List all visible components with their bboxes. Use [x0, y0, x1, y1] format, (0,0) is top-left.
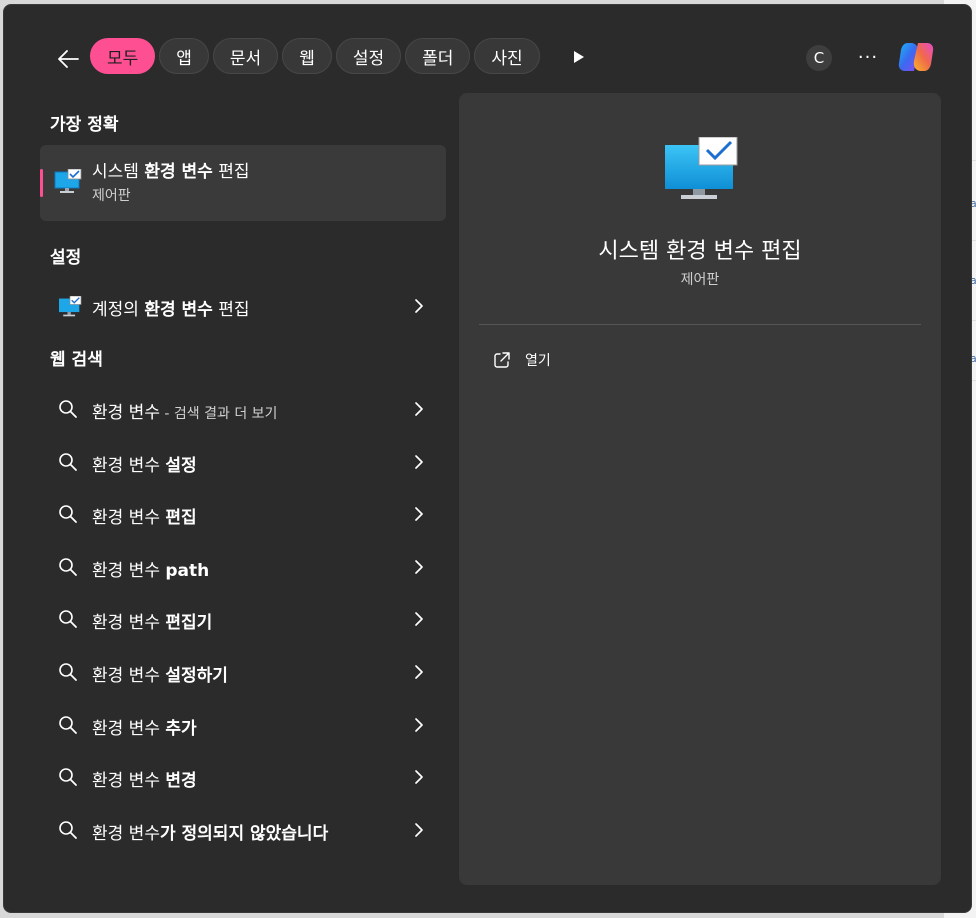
chevron-right-icon[interactable]: [412, 454, 426, 470]
result-label: 환경 변수 변경: [92, 766, 197, 791]
chevron-right-icon[interactable]: [412, 401, 426, 417]
text-segment: 시스템: [92, 162, 145, 182]
chevron-right-icon[interactable]: [412, 298, 426, 314]
highlighted-text: 환경 변수: [144, 300, 213, 320]
settings-result-item[interactable]: 계정의 환경 변수 편집: [40, 282, 446, 330]
preview-subtitle: 제어판: [680, 272, 720, 288]
web-search-item[interactable]: 환경 변수가 정의되지 않았습니다: [40, 806, 446, 854]
preview-title: 시스템 환경 변수 편집: [598, 239, 802, 264]
highlighted-text: 설정: [165, 455, 197, 476]
text-segment: 환경 변수: [92, 613, 166, 634]
account-avatar[interactable]: C: [806, 45, 832, 71]
play-right-icon: [574, 51, 584, 63]
search-icon: [58, 399, 78, 419]
best-match-item[interactable]: 시스템 환경 변수 편집 제어판: [40, 145, 446, 221]
open-action-label: 열기: [525, 353, 551, 369]
search-icon: [58, 609, 78, 629]
search-icon: [58, 504, 78, 524]
highlighted-text: 가 정의되지 않았습니다: [159, 823, 329, 844]
web-search-item[interactable]: 환경 변수 설정: [40, 438, 446, 486]
web-search-item[interactable]: 환경 변수 path: [40, 543, 446, 591]
web-search-item[interactable]: 환경 변수 변경: [40, 753, 446, 801]
result-suffix: - 검색 결과 더 보기: [159, 406, 278, 422]
text-segment: 환경 변수: [92, 823, 160, 844]
result-label: 환경 변수 추가: [92, 714, 197, 739]
filter-tab-2[interactable]: 문서: [212, 38, 279, 74]
best-match-title: 시스템 환경 변수 편집: [92, 157, 250, 182]
chevron-right-icon[interactable]: [412, 559, 426, 575]
copilot-button[interactable]: [896, 37, 936, 77]
search-icon: [58, 767, 78, 787]
highlighted-text: path: [165, 560, 210, 581]
web-search-item[interactable]: 환경 변수 - 검색 결과 더 보기: [40, 385, 446, 433]
search-icon: [58, 715, 78, 735]
web-search-item[interactable]: 환경 변수 편집: [40, 490, 446, 538]
result-label: 환경 변수 설정: [92, 451, 197, 476]
arrow-left-icon: [58, 50, 79, 68]
result-label: 환경 변수가 정의되지 않았습니다: [92, 819, 328, 844]
section-web-search: 웹 검색: [50, 350, 103, 370]
filter-tabs: 모두 앱 문서 웹 설정 폴더 사진: [90, 38, 540, 76]
text-segment: 환경 변수: [92, 666, 166, 686]
text-segment: 편집: [212, 162, 250, 182]
text-segment: 편집: [212, 300, 250, 320]
text-segment: 환경 변수: [92, 560, 166, 581]
filter-tab-4[interactable]: 설정: [335, 38, 402, 74]
section-best-match: 가장 정확: [50, 115, 119, 135]
result-label: 환경 변수 path: [92, 556, 209, 581]
web-search-item[interactable]: 환경 변수 설정하기: [40, 648, 446, 696]
web-search-item[interactable]: 환경 변수 추가: [40, 701, 446, 749]
web-search-item[interactable]: 환경 변수 편집기: [40, 595, 446, 643]
chevron-right-icon[interactable]: [412, 664, 426, 680]
chevron-right-icon[interactable]: [412, 506, 426, 522]
filter-tab-3[interactable]: 웹: [282, 38, 332, 74]
open-action[interactable]: 열기: [493, 347, 551, 373]
filter-tab-0[interactable]: 모두: [90, 38, 156, 74]
result-label: 환경 변수 설정하기: [92, 661, 228, 686]
filter-tab-1[interactable]: 앱: [159, 38, 209, 74]
best-match-subtitle: 제어판: [92, 188, 131, 204]
text-segment: 계정의: [92, 300, 145, 320]
selection-indicator: [40, 169, 43, 197]
copilot-icon: [898, 43, 934, 71]
chevron-right-icon[interactable]: [412, 611, 426, 627]
open-external-icon: [494, 352, 510, 368]
search-icon: [58, 662, 78, 682]
highlighted-text: 환경 변수: [144, 162, 213, 182]
filter-tab-5[interactable]: 폴더: [405, 38, 471, 74]
back-button[interactable]: [50, 41, 86, 77]
chevron-right-icon[interactable]: [412, 717, 426, 733]
text-segment: 환경 변수: [92, 455, 166, 476]
highlighted-text: 변경: [165, 771, 197, 792]
system-environment-icon: [54, 168, 82, 199]
filter-tab-6[interactable]: 사진: [474, 38, 540, 74]
preview-pane: 시스템 환경 변수 편집 제어판 열기: [459, 93, 941, 885]
result-label: 환경 변수 - 검색 결과 더 보기: [92, 398, 277, 423]
system-environment-icon: [58, 295, 82, 317]
chevron-right-icon[interactable]: [412, 769, 426, 785]
search-icon: [58, 557, 78, 577]
highlighted-text: 설정하기: [165, 666, 228, 686]
section-settings: 설정: [50, 248, 82, 268]
highlighted-text: 편집기: [165, 613, 213, 634]
chevron-right-icon[interactable]: [412, 822, 426, 838]
system-environment-large-icon: [663, 136, 739, 205]
highlighted-text: 추가: [165, 718, 197, 739]
search-window: 모두 앱 문서 웹 설정 폴더 사진 C ··· 가장 정확 시스템 환경 변수…: [3, 4, 972, 913]
more-filters-button[interactable]: [567, 45, 591, 69]
text-segment: 환경 변수: [92, 718, 166, 739]
highlighted-text: 편집: [165, 508, 197, 529]
search-icon: [58, 452, 78, 472]
more-options-button[interactable]: ···: [854, 43, 882, 71]
text-segment: 환경 변수: [92, 403, 160, 423]
text-segment: 환경 변수: [92, 771, 166, 792]
result-label: 환경 변수 편집: [92, 503, 197, 528]
preview-divider: [479, 324, 921, 325]
result-label: 계정의 환경 변수 편집: [92, 295, 250, 320]
text-segment: 환경 변수: [92, 508, 166, 529]
search-icon: [58, 820, 78, 840]
result-label: 환경 변수 편집기: [92, 608, 212, 633]
